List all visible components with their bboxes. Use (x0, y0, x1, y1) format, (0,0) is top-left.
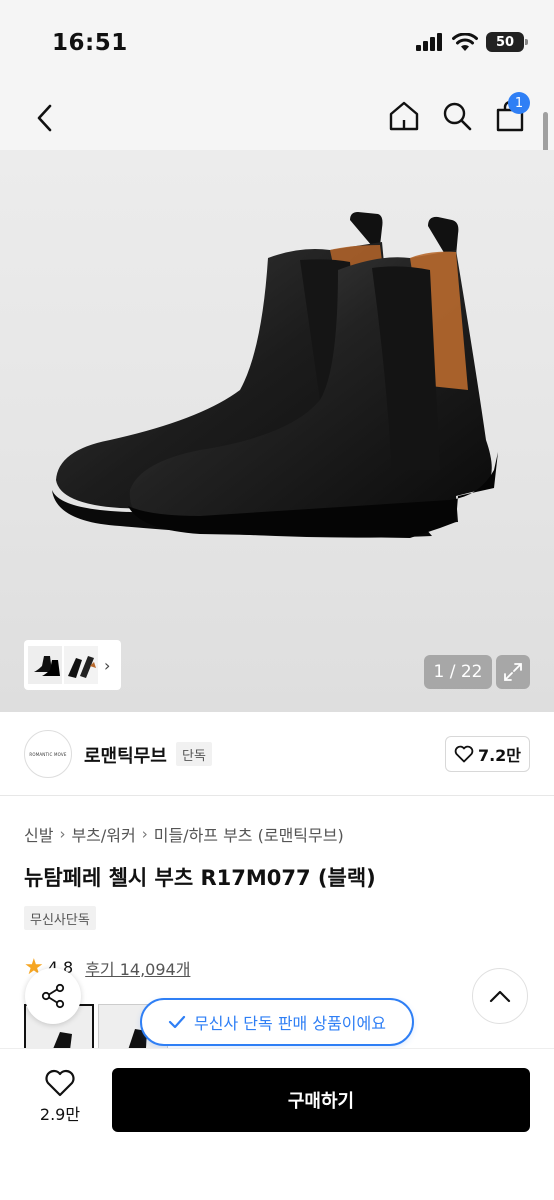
thumbnail-1[interactable] (28, 646, 62, 684)
home-button[interactable] (384, 94, 424, 138)
product-title: 뉴탐페레 첼시 부츠 R17M077 (블랙) (24, 866, 376, 890)
status-time: 16:51 (52, 30, 128, 56)
home-icon (389, 101, 419, 131)
exclusive-tag: 무신사단독 (24, 906, 96, 930)
search-icon (443, 102, 472, 131)
wishlist-count: 2.9만 (39, 1105, 81, 1124)
chevron-right-icon: › (104, 655, 111, 675)
brand-logo[interactable]: ROMANTIC MOVE (24, 730, 72, 778)
expand-button[interactable] (496, 655, 530, 689)
review-link[interactable]: 후기 14,094개 (85, 956, 190, 980)
share-icon (41, 983, 65, 1009)
product-image[interactable]: › 1 / 22 (0, 150, 554, 712)
cart-count-badge: 1 (508, 92, 530, 114)
exclusive-notice-text: 무신사 단독 판매 상품이에요 (194, 1014, 386, 1033)
back-icon (37, 104, 52, 132)
breadcrumb-item[interactable]: 신발 (24, 822, 53, 846)
heart-icon (454, 745, 474, 763)
bottom-bar: 2.9만 구매하기 (0, 1048, 554, 1200)
status-bar: 16:51 50 (0, 0, 554, 88)
chevron-right-icon: › (59, 825, 66, 843)
breadcrumb-item[interactable]: 부츠/워커 (71, 822, 135, 846)
share-button[interactable] (25, 968, 81, 1024)
top-nav: 1 (0, 88, 554, 150)
search-button[interactable] (437, 94, 477, 138)
boots-image (52, 212, 498, 538)
breadcrumb: 신발 › 부츠/워커 › 미들/하프 부츠 (로맨틱무브) (24, 822, 344, 846)
signal-icon (416, 33, 442, 51)
brand-like-count: 7.2만 (477, 746, 522, 765)
status-icons: 50 (416, 32, 528, 52)
brand-like-button[interactable]: 7.2만 (445, 736, 530, 772)
image-thumbnails[interactable]: › (24, 640, 121, 690)
cart-button[interactable]: 1 (490, 92, 530, 138)
image-counter: 1 / 22 (424, 655, 492, 689)
battery-icon: 50 (486, 32, 528, 52)
heart-icon (45, 1069, 75, 1097)
back-button[interactable] (26, 96, 62, 140)
wishlist-button[interactable]: 2.9만 (30, 1069, 90, 1133)
chevron-up-icon (489, 990, 511, 1003)
scroll-top-button[interactable] (472, 968, 528, 1024)
buy-button[interactable]: 구매하기 (112, 1068, 530, 1132)
wifi-icon (452, 32, 478, 51)
breadcrumb-item[interactable]: 미들/하프 부츠 (로맨틱무브) (154, 822, 344, 846)
exclusive-notice: 무신사 단독 판매 상품이에요 (140, 998, 414, 1046)
chevron-right-icon: › (141, 825, 148, 843)
check-icon (168, 1015, 186, 1029)
brand-name[interactable]: 로맨틱무브 (84, 742, 167, 768)
brand-exclusive-tag: 단독 (176, 742, 212, 766)
expand-icon (504, 663, 522, 681)
brand-row: ROMANTIC MOVE 로맨틱무브 단독 7.2만 (0, 712, 554, 796)
thumbnail-2[interactable] (64, 646, 98, 684)
